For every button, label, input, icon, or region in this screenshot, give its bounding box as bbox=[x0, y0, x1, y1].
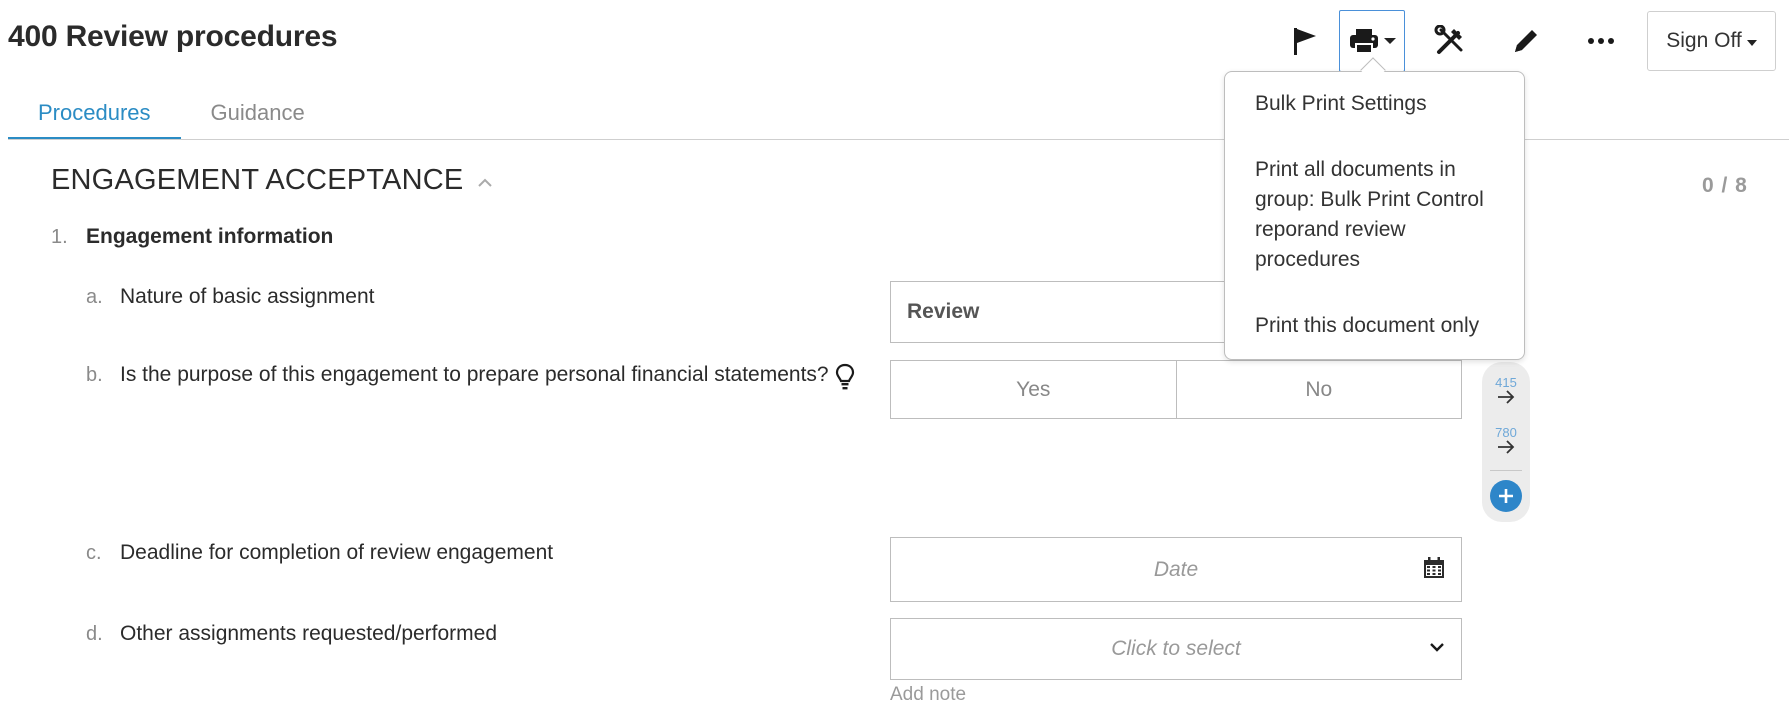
question-letter: c. bbox=[86, 542, 102, 564]
nature-of-assignment-value: Review bbox=[907, 300, 980, 323]
printer-icon bbox=[1350, 29, 1378, 54]
question-group-number: 1. bbox=[51, 226, 68, 248]
menu-item-print-this-document[interactable]: Print this document only bbox=[1255, 311, 1505, 341]
add-note-link[interactable]: Add note bbox=[890, 684, 966, 701]
plus-icon bbox=[1499, 489, 1513, 503]
section-header[interactable]: ENGAGEMENT ACCEPTANCE bbox=[51, 164, 493, 197]
question-letter: a. bbox=[86, 286, 103, 308]
add-reference-button[interactable] bbox=[1490, 480, 1522, 512]
section-progress-count: 0 / 8 bbox=[1702, 174, 1748, 197]
flag-icon bbox=[1294, 28, 1316, 55]
question-a-text: Nature of basic assignment bbox=[120, 285, 375, 308]
other-assignments-select[interactable]: Click to select bbox=[890, 618, 1462, 680]
reference-number: 415 bbox=[1495, 375, 1517, 390]
calendar-icon[interactable] bbox=[1423, 557, 1445, 579]
more-horizontal-icon bbox=[1588, 38, 1614, 44]
tools-icon bbox=[1434, 25, 1463, 54]
question-c-text: Deadline for completion of review engage… bbox=[120, 541, 554, 564]
question-letter: d. bbox=[86, 623, 103, 645]
more-button[interactable] bbox=[1568, 10, 1634, 72]
select-placeholder: Click to select bbox=[1111, 637, 1241, 660]
rail-divider bbox=[1490, 470, 1522, 471]
pencil-icon bbox=[1515, 30, 1537, 52]
tools-button[interactable] bbox=[1417, 10, 1483, 72]
yes-no-toggle: Yes No bbox=[890, 360, 1462, 419]
tab-guidance[interactable]: Guidance bbox=[181, 100, 335, 140]
reference-link-780[interactable]: 780 bbox=[1482, 426, 1530, 459]
menu-item-bulk-print-settings[interactable]: Bulk Print Settings bbox=[1255, 89, 1505, 119]
tab-procedures[interactable]: Procedures bbox=[8, 100, 181, 140]
arrow-right-icon bbox=[1498, 390, 1515, 404]
chevron-up-icon[interactable] bbox=[477, 178, 493, 188]
sign-off-button[interactable]: Sign Off bbox=[1647, 11, 1776, 71]
no-option[interactable]: No bbox=[1175, 361, 1462, 418]
reference-link-415[interactable]: 415 bbox=[1482, 376, 1530, 409]
menu-item-print-all-documents[interactable]: Print all documents in group: Bulk Print… bbox=[1255, 155, 1505, 275]
flag-button[interactable] bbox=[1272, 10, 1338, 72]
edit-button[interactable] bbox=[1493, 10, 1559, 72]
question-letter: b. bbox=[86, 364, 103, 386]
question-b-text: Is the purpose of this engagement to pre… bbox=[120, 363, 829, 386]
deadline-date-field[interactable]: Date bbox=[890, 537, 1462, 602]
question-d-text: Other assignments requested/performed bbox=[120, 622, 498, 645]
chevron-down-icon bbox=[1384, 38, 1396, 44]
date-placeholder: Date bbox=[1153, 557, 1199, 581]
tab-bar: Procedures Guidance bbox=[8, 100, 335, 140]
reference-number: 780 bbox=[1495, 425, 1517, 440]
chevron-down-icon bbox=[1430, 643, 1444, 652]
chevron-down-icon bbox=[1746, 39, 1757, 46]
lightbulb-icon[interactable] bbox=[835, 363, 855, 391]
sign-off-label: Sign Off bbox=[1666, 29, 1742, 52]
page-title: 400 Review procedures bbox=[8, 20, 338, 53]
yes-option[interactable]: Yes bbox=[891, 361, 1176, 418]
section-title: ENGAGEMENT ACCEPTANCE bbox=[51, 164, 464, 196]
reference-rail: 415 780 bbox=[1482, 362, 1530, 522]
print-menu: Bulk Print Settings Print all documents … bbox=[1224, 71, 1525, 360]
question-group-label: Engagement information bbox=[86, 225, 334, 248]
arrow-right-icon bbox=[1498, 440, 1515, 454]
